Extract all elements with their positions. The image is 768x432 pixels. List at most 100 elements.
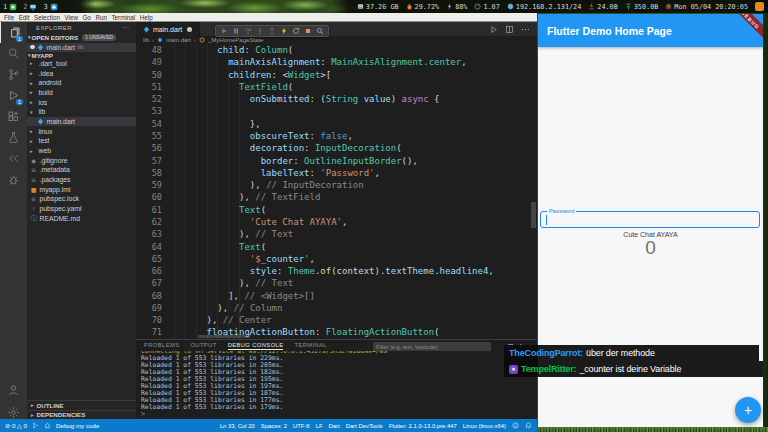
stop-icon[interactable] [304,27,312,35]
menu-selection[interactable]: Selection [34,14,60,21]
menu-edit[interactable]: Edit [19,14,30,21]
workspace-2[interactable]: 2 [20,3,40,11]
editor-scrollbar[interactable] [531,202,536,228]
upload-icon [625,3,632,10]
step-into-icon[interactable] [256,27,264,35]
iml-file-icon: ■ [30,186,37,193]
account-icon[interactable] [0,380,27,401]
open-devtools-icon[interactable] [316,27,324,35]
step-out-icon[interactable] [268,27,276,35]
status-item-0[interactable]: Ln 33, Col 20 [220,423,255,429]
panel-tab-output[interactable]: OUTPUT [190,342,216,349]
workspace-1[interactable]: 1 [0,3,20,11]
status-item-2[interactable]: UTF-8 [293,423,310,429]
tree-item-linux[interactable]: ▸linux [27,126,136,136]
status-item-6[interactable]: Flutter: 2.1.0-13.0.pre.447 [389,423,457,429]
menu-view[interactable]: View [64,14,78,21]
explorer-sidebar: EXPLORER ··· ▾ OPEN EDITORS 1 UNSAVED ma… [27,22,136,419]
code-editor[interactable]: 48 child: Column(49 mainAxisAlignment: M… [136,44,537,339]
tree-item-android[interactable]: ▸android [27,78,136,88]
console-prompt[interactable]: > [141,410,145,418]
breadcrumb-0[interactable]: lib [143,37,149,43]
run-debug-icon[interactable]: 1 [0,85,27,106]
tree-item-lib[interactable]: ▾lib [27,107,136,117]
tree-item--packages[interactable]: ≡.packages [27,175,136,185]
tree-item--dart-tool[interactable]: ▸.dart_tool [27,59,136,69]
status-item-4[interactable]: Dart [329,423,340,429]
notifications-bell-icon[interactable] [525,422,532,429]
yaml-file-icon: ! [30,205,37,212]
continue-icon[interactable] [220,27,228,35]
bug-icon[interactable] [0,169,27,190]
clock-icon [665,3,672,10]
workspace-3[interactable]: 3 [40,3,60,11]
tree-item-web[interactable]: ▸web [27,146,136,156]
tree-item-test[interactable]: ▸test [27,136,136,146]
menu-terminal[interactable]: Terminal [111,14,135,21]
source-control-icon[interactable] [0,64,27,85]
outline-header[interactable]: ▸ OUTLINE [27,400,136,410]
breadcrumb-1[interactable]: main.dart [166,37,191,43]
editor-horizontal-scrollbar[interactable] [198,335,250,338]
tree-item-myapp-iml[interactable]: ■myapp.iml [27,184,136,194]
pause-icon[interactable] [232,27,240,35]
stat-flame: 29.72% [406,3,440,11]
tree-item--metadata[interactable]: ≡.metadata [27,165,136,175]
home-icon[interactable] [44,422,51,430]
fab-button[interactable]: + [735,397,761,423]
launch-config[interactable]: Debug my code [56,422,99,429]
restart-icon[interactable] [292,27,300,35]
stat-disk: 37.26 GB [357,3,399,11]
tray-icon[interactable] [755,2,764,11]
menu-go[interactable]: Go [82,14,90,21]
branch-icon[interactable] [32,422,39,430]
tree-item-main-dart[interactable]: main.dart [27,117,136,127]
menu-file[interactable]: File [4,14,14,21]
test-icon[interactable] [0,127,27,148]
explorer-icon[interactable]: 1 [0,22,27,43]
status-item-3[interactable]: LF [316,423,323,429]
devtools-icon[interactable] [0,148,27,169]
password-input[interactable] [540,211,760,228]
extensions-icon[interactable] [0,106,27,127]
tree-item-pubspec-lock[interactable]: ≡pubspec.lock [27,194,136,204]
step-over-icon[interactable] [244,27,252,35]
status-item-5[interactable]: Dart DevTools [346,423,383,429]
status-item-1[interactable]: Spaces: 2 [261,423,287,429]
download-icon [588,3,595,10]
problems-status[interactable]: ⊘ 0 △ 0 [5,422,27,429]
desktop: 123 37.26 GB29.72%88%1.07192.168.2.131/2… [0,0,768,432]
panel-tab-terminal[interactable]: TERMINAL [294,342,327,349]
search-icon[interactable] [0,43,27,64]
tree-item-pubspec-yaml[interactable]: !pubspec.yaml [27,204,136,214]
more-actions-icon[interactable] [521,25,530,34]
explorer-actions-icon[interactable]: ··· [122,24,129,31]
tree-item--idea[interactable]: ▸.idea [27,68,136,78]
panel-tab-problems[interactable]: PROBLEMS [144,342,179,349]
info-file-icon: ⓘ [30,214,37,223]
menu-run[interactable]: Run [95,14,107,21]
debug-console-output[interactable]: Connecting to VM Service at ws://127.0.0… [141,351,535,411]
menu-help[interactable]: Help [140,14,153,21]
dependencies-header[interactable]: ▸ DEPENDENCIES [27,410,136,420]
tree-item-readme-md[interactable]: ⓘREADME.md [27,214,136,224]
hot-reload-icon[interactable] [280,27,288,35]
panel-tab-debug-console[interactable]: DEBUG CONSOLE [228,342,284,350]
debug-toolbar [215,25,329,37]
tree-item-build[interactable]: ▸build [27,88,136,98]
stat-bolt: 88% [446,3,467,11]
tree-item-ios[interactable]: ▸ios [27,97,136,107]
config-file-icon: ≡ [30,166,37,173]
breadcrumb[interactable]: lib›main.dart›_MyHomePageState [136,36,537,44]
run-button[interactable] [489,25,498,34]
console-filter-input[interactable]: Filter (e.g. text, !exclude) [373,342,491,351]
dart-file-icon [37,44,44,51]
chevron-right-icon: ▸ [31,402,34,408]
tree-item--gitignore[interactable]: ◆.gitignore [27,155,136,165]
open-editors-header[interactable]: ▾ OPEN EDITORS 1 UNSAVED [27,33,136,41]
split-editor-icon[interactable] [505,25,514,34]
breadcrumb-2[interactable]: _MyHomePageState [208,37,263,43]
status-item-7[interactable]: Linux (linux-x64) [463,423,506,429]
tab-main-dart[interactable]: main.dart [136,22,200,36]
feedback-smiley-icon[interactable] [512,422,519,429]
